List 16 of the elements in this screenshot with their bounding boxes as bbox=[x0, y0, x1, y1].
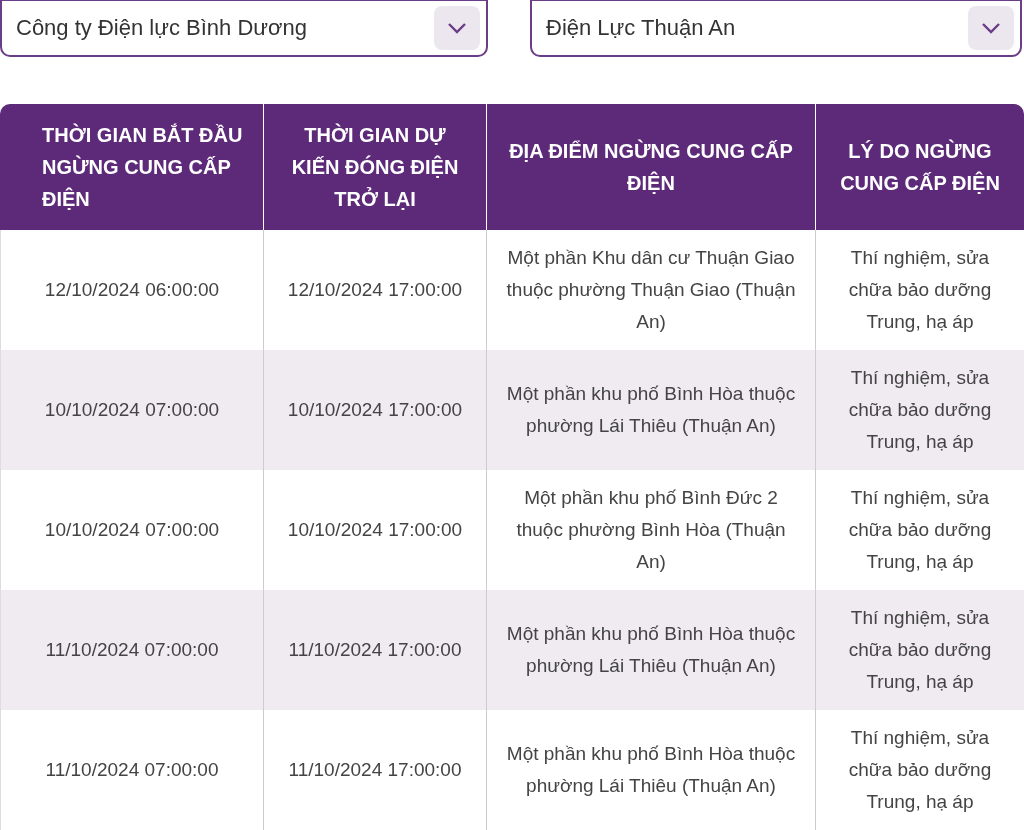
table-cell: 11/10/2024 07:00:00 bbox=[0, 590, 263, 710]
column-header: LÝ DO NGỪNG CUNG CẤP ĐIỆN bbox=[815, 104, 1024, 230]
dropdown-select[interactable]: Điện Lực Thuận An bbox=[530, 0, 1022, 57]
table-cell: Thí nghiệm, sửa chữa bảo dưỡng Trung, hạ áp bbox=[815, 590, 1024, 710]
column-header: THỜI GIAN DỰ KIẾN ĐÓNG ĐIỆN TRỞ LẠI bbox=[263, 104, 486, 230]
table-cell: Một phần khu phố Bình Hòa thuộc phường Lái Thiêu (Thuận An) bbox=[486, 590, 815, 710]
table-cell: 10/10/2024 17:00:00 bbox=[263, 350, 486, 470]
table-cell: Một phần khu phố Bình Hòa thuộc phường Lái Thiêu (Thuận An) bbox=[486, 350, 815, 470]
column-header: ĐỊA ĐIỂM NGỪNG CUNG CẤP ĐIỆN bbox=[486, 104, 815, 230]
table-cell: 10/10/2024 07:00:00 bbox=[0, 350, 263, 470]
column-header: THỜI GIAN BẮT ĐẦU NGỪNG CUNG CẤP ĐIỆN bbox=[0, 104, 263, 230]
dropdown-select[interactable]: Công ty Điện lực Bình Dương bbox=[0, 0, 488, 57]
chevron-down-icon[interactable] bbox=[968, 6, 1014, 50]
chevron-down-icon[interactable] bbox=[434, 6, 480, 50]
table-cell: 11/10/2024 17:00:00 bbox=[263, 590, 486, 710]
table-cell: Thí nghiệm, sửa chữa bảo dưỡng Trung, hạ áp bbox=[815, 350, 1024, 470]
